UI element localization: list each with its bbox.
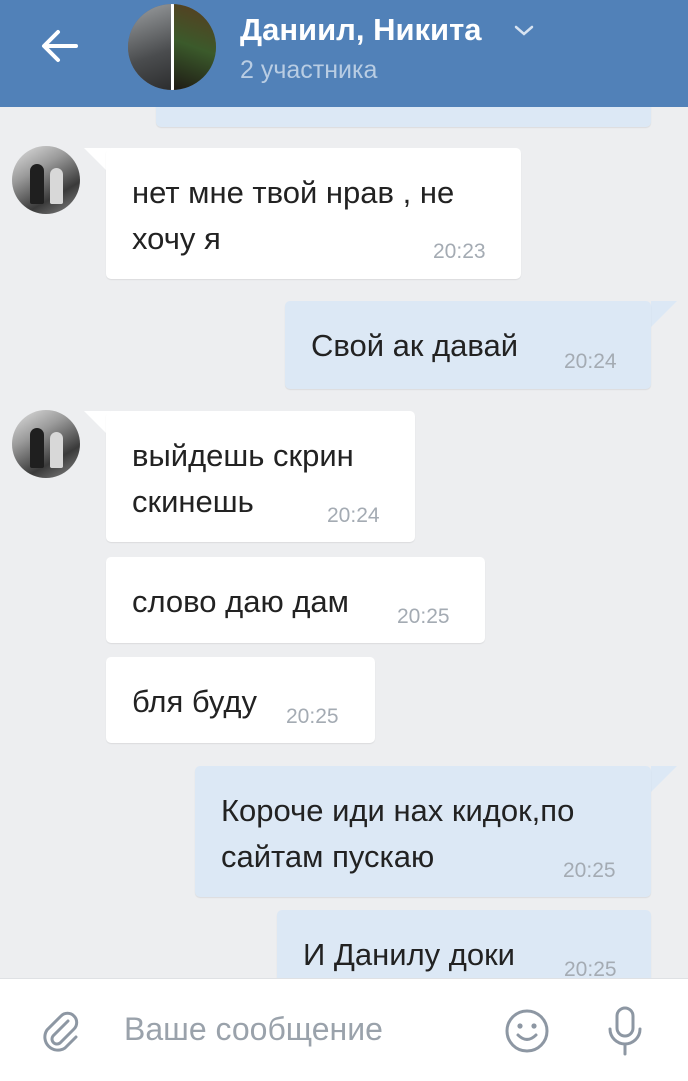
message-bubble[interactable]: И Данилу доки 20:25 [277, 910, 651, 978]
message-time: 20:25 [286, 705, 339, 728]
chat-header: Даниил, Никита 2 участника [0, 0, 688, 107]
sender-avatar[interactable] [12, 410, 80, 478]
message-bubble[interactable]: слово даю дам 20:25 [106, 557, 485, 643]
participants-count: 2 участника [240, 56, 378, 84]
message-text: слово даю дам [132, 584, 349, 619]
bubble-tail [651, 766, 677, 792]
microphone-icon[interactable] [604, 1005, 646, 1057]
message-time: 20:23 [433, 240, 486, 263]
message-text: выйдешь скрин скинешь [132, 438, 354, 519]
smile-icon[interactable] [503, 1007, 551, 1055]
message-time: 20:25 [397, 605, 450, 628]
message-list[interactable]: нет мне твой нрав , не хочу я 20:23 Свой… [0, 0, 688, 978]
bubble-tail [651, 301, 677, 327]
message-bubble[interactable]: Короче иди нах кидок,по сайтам пускаю 20… [195, 766, 651, 897]
message-time: 20:24 [564, 350, 617, 373]
message-time: 20:25 [563, 859, 616, 882]
message-bubble[interactable]: нет мне твой нрав , не хочу я 20:23 [106, 148, 521, 279]
message-input[interactable]: Ваше сообщение [124, 1011, 383, 1048]
message-bubble[interactable]: выйдешь скрин скинешь 20:24 [106, 411, 415, 542]
group-avatar[interactable] [128, 4, 216, 90]
message-time: 20:24 [327, 504, 380, 527]
message-text: Короче иди нах кидок,по сайтам пускаю [221, 793, 575, 874]
message-time: 20:25 [564, 958, 617, 978]
message-bubble[interactable]: бля буду 20:25 [106, 657, 375, 743]
message-bubble[interactable]: Свой ак давай 20:24 [285, 301, 651, 389]
attach-icon[interactable] [38, 1009, 82, 1053]
message-text: И Данилу доки [303, 937, 515, 972]
message-text: Свой ак давай [311, 328, 519, 363]
message-text: бля буду [132, 684, 257, 719]
back-arrow-icon[interactable] [36, 26, 84, 66]
message-composer: Ваше сообщение [0, 978, 688, 1081]
chat-title[interactable]: Даниил, Никита [240, 12, 482, 48]
sender-avatar[interactable] [12, 146, 80, 214]
chevron-down-icon[interactable] [512, 24, 536, 38]
message-text: нет мне твой нрав , не хочу я [132, 175, 455, 256]
